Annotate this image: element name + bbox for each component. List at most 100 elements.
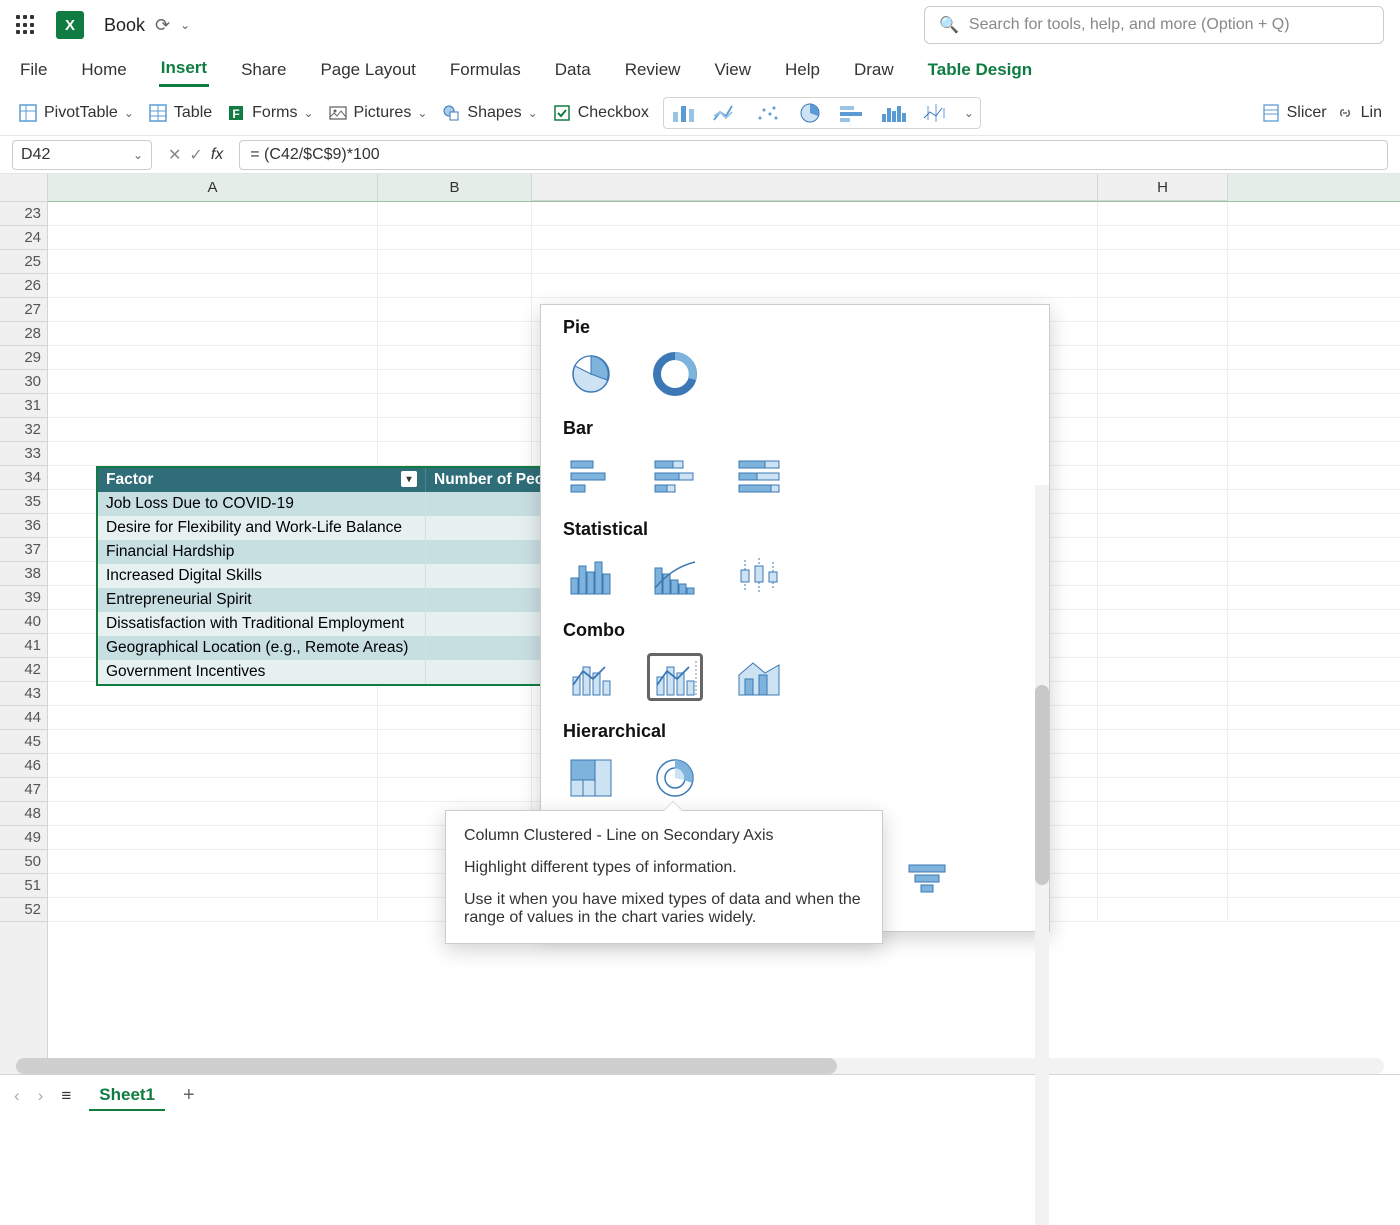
row-header[interactable]: 32	[0, 418, 47, 442]
forms-button[interactable]: F Forms ⌄	[226, 103, 313, 123]
row-header[interactable]: 31	[0, 394, 47, 418]
all-sheets-icon[interactable]: ≡	[61, 1086, 71, 1106]
tab-help[interactable]: Help	[783, 54, 822, 86]
row-header[interactable]: 25	[0, 250, 47, 274]
row-header[interactable]: 50	[0, 850, 47, 874]
row-header[interactable]: 46	[0, 754, 47, 778]
tab-data[interactable]: Data	[553, 54, 593, 86]
table-row[interactable]: Government Incentives	[98, 660, 578, 684]
tab-view[interactable]: View	[712, 54, 753, 86]
gallery-scrollbar[interactable]	[1035, 485, 1049, 1225]
row-header[interactable]: 51	[0, 874, 47, 898]
row-header[interactable]: 23	[0, 202, 47, 226]
cancel-formula-icon[interactable]: ✕	[168, 145, 181, 165]
row-header[interactable]: 26	[0, 274, 47, 298]
refresh-icon[interactable]: ⟳	[155, 15, 170, 36]
row-header[interactable]: 37	[0, 538, 47, 562]
pivot-table-button[interactable]: PivotTable ⌄	[18, 103, 134, 123]
table-row[interactable]: Financial Hardship60	[98, 540, 578, 564]
chevron-down-icon[interactable]: ⌄	[133, 148, 143, 162]
table-row[interactable]: Geographical Location (e.g., Remote Area…	[98, 636, 578, 660]
document-name[interactable]: Book ⟳ ⌄	[104, 15, 190, 36]
chevron-down-icon[interactable]: ⌄	[964, 106, 974, 120]
select-all-corner[interactable]	[0, 174, 48, 202]
sheet-tab-sheet1[interactable]: Sheet1	[89, 1081, 165, 1111]
row-header[interactable]: 47	[0, 778, 47, 802]
row-header[interactable]: 35	[0, 490, 47, 514]
tab-table-design[interactable]: Table Design	[926, 54, 1035, 86]
tab-review[interactable]: Review	[623, 54, 683, 86]
histogram-chart-icon[interactable]	[880, 102, 908, 124]
tab-page-layout[interactable]: Page Layout	[318, 54, 417, 86]
pie-chart-option[interactable]	[563, 350, 619, 398]
tab-insert[interactable]: Insert	[159, 52, 209, 87]
clustered-column-line-option[interactable]	[563, 653, 619, 701]
tab-share[interactable]: Share	[239, 54, 288, 86]
column-chart-icon[interactable]	[670, 102, 698, 124]
pictures-button[interactable]: Pictures ⌄	[328, 103, 428, 123]
row-header[interactable]: 33	[0, 442, 47, 466]
table-row[interactable]: Increased Digital Skills55	[98, 564, 578, 588]
table-row[interactable]: Entrepreneurial Spirit40	[98, 588, 578, 612]
row-header[interactable]: 38	[0, 562, 47, 586]
funnel-option[interactable]	[899, 855, 955, 903]
data-table[interactable]: Factor▾ Number of People Job Loss Due to…	[96, 466, 580, 686]
checkbox-button[interactable]: Checkbox	[552, 103, 649, 123]
100-stacked-bar-option[interactable]	[731, 451, 787, 499]
row-header[interactable]: 48	[0, 802, 47, 826]
link-button[interactable]: Lin	[1335, 103, 1382, 123]
line-chart-icon[interactable]	[712, 102, 740, 124]
next-sheet-icon[interactable]: ›	[38, 1086, 44, 1106]
chevron-down-icon[interactable]: ⌄	[417, 106, 427, 120]
doughnut-chart-option[interactable]	[647, 350, 703, 398]
pareto-option[interactable]	[647, 552, 703, 600]
row-header[interactable]: 36	[0, 514, 47, 538]
fx-icon[interactable]: fx	[211, 146, 223, 164]
col-header-b[interactable]: B	[378, 174, 532, 201]
stacked-area-column-option[interactable]	[731, 653, 787, 701]
filter-dropdown-icon[interactable]: ▾	[401, 471, 417, 487]
row-header[interactable]: 24	[0, 226, 47, 250]
row-header[interactable]: 52	[0, 898, 47, 922]
chevron-down-icon[interactable]: ⌄	[303, 106, 313, 120]
search-input[interactable]: 🔍 Search for tools, help, and more (Opti…	[924, 6, 1384, 44]
row-header[interactable]: 39	[0, 586, 47, 610]
row-header[interactable]: 29	[0, 346, 47, 370]
chevron-down-icon[interactable]: ⌄	[528, 106, 538, 120]
clustered-bar-option[interactable]	[563, 451, 619, 499]
row-header[interactable]: 41	[0, 634, 47, 658]
prev-sheet-icon[interactable]: ‹	[14, 1086, 20, 1106]
col-header-h[interactable]: H	[1098, 174, 1228, 201]
add-sheet-icon[interactable]: +	[183, 1084, 195, 1107]
chevron-down-icon[interactable]: ⌄	[180, 18, 190, 32]
chevron-down-icon[interactable]: ⌄	[124, 106, 134, 120]
row-header[interactable]: 49	[0, 826, 47, 850]
pie-chart-icon[interactable]	[796, 102, 824, 124]
stock-chart-icon[interactable]	[922, 102, 950, 124]
tab-file[interactable]: File	[18, 54, 49, 86]
app-launcher-icon[interactable]	[16, 15, 36, 35]
bar-chart-icon[interactable]	[838, 102, 866, 124]
table-row[interactable]: Desire for Flexibility and Work-Life Bal…	[98, 516, 578, 540]
sunburst-option[interactable]	[647, 754, 703, 802]
tab-formulas[interactable]: Formulas	[448, 54, 523, 86]
accept-formula-icon[interactable]: ✓	[189, 145, 202, 165]
row-header[interactable]: 42	[0, 658, 47, 682]
table-row[interactable]: Dissatisfaction with Traditional Employm…	[98, 612, 578, 636]
tab-draw[interactable]: Draw	[852, 54, 896, 86]
row-header[interactable]: 30	[0, 370, 47, 394]
stacked-bar-option[interactable]	[647, 451, 703, 499]
slicer-button[interactable]: Slicer	[1261, 103, 1327, 123]
clustered-column-line-secondary-axis-option[interactable]	[647, 653, 703, 701]
name-box[interactable]: D42 ⌄	[12, 140, 152, 170]
scatter-chart-icon[interactable]	[754, 102, 782, 124]
shapes-button[interactable]: Shapes ⌄	[441, 103, 537, 123]
formula-input[interactable]: = (C42/$C$9)*100	[239, 140, 1388, 170]
box-whisker-option[interactable]	[731, 552, 787, 600]
tab-home[interactable]: Home	[79, 54, 128, 86]
horizontal-scrollbar[interactable]	[16, 1058, 1384, 1074]
row-header[interactable]: 40	[0, 610, 47, 634]
histogram-option[interactable]	[563, 552, 619, 600]
row-header[interactable]: 45	[0, 730, 47, 754]
treemap-option[interactable]	[563, 754, 619, 802]
